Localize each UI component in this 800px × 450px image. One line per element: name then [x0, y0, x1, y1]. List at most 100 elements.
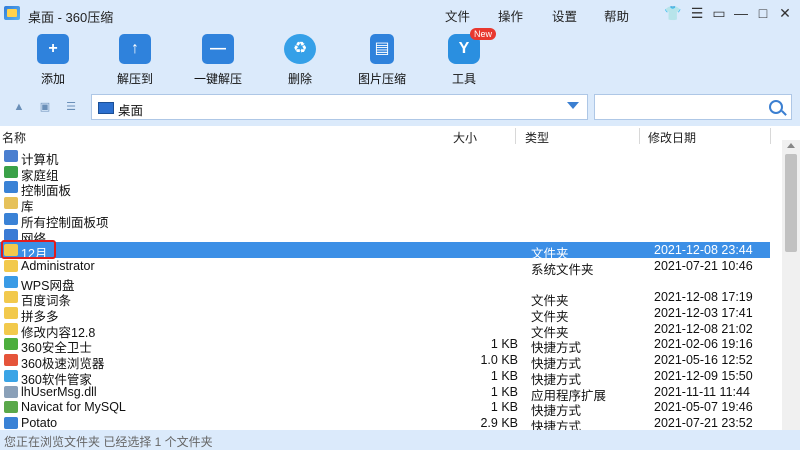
control-panel-icon — [4, 181, 18, 194]
app-logo-icon — [4, 6, 20, 20]
thumbnail-view-icon[interactable]: ▣ — [38, 100, 52, 114]
file-row[interactable]: 百度词条 文件夹 2021-12-08 17:19 — [0, 289, 770, 308]
add-archive-icon: + — [37, 34, 69, 64]
file-row[interactable]: 360极速浏览器 1.0 KB 快捷方式 2021-05-16 12:52 — [0, 352, 770, 371]
skin-icon[interactable]: 👕 — [664, 4, 682, 22]
extract-to-icon: ↑ — [119, 34, 151, 64]
desktop-icon — [98, 102, 114, 114]
file-row[interactable]: Administrator 系统文件夹 2021-07-21 10:46 — [0, 258, 770, 277]
new-badge: New — [469, 28, 496, 40]
file-name: Potato — [21, 415, 58, 430]
highlight-box — [1, 240, 56, 259]
image-compress-button[interactable]: ▤ 图片压缩 — [354, 34, 410, 87]
user-folder-icon — [4, 259, 18, 272]
menu-help[interactable]: 帮助 — [604, 6, 629, 25]
minimize-icon[interactable]: — — [732, 4, 750, 22]
file-date: 2021-05-07 19:46 — [654, 400, 753, 415]
computer-icon — [4, 150, 18, 162]
file-row[interactable]: Potato 2.9 KB 快捷方式 2021-07-21 23:52 — [0, 415, 770, 430]
folder-icon — [4, 291, 18, 304]
file-row[interactable]: WPS网盘 — [0, 274, 770, 293]
dll-file-icon — [4, 385, 18, 398]
file-row[interactable]: 控制面板 — [0, 179, 770, 198]
file-list: 名称 大小 类型 修改日期 计算机 家庭组 控制面板库所有控制面板项 网络 12月 文件夹… — [0, 126, 800, 430]
menu-settings[interactable]: 设置 — [552, 6, 577, 25]
list-view-icon[interactable]: ☰ — [64, 100, 78, 114]
control-panel-icon — [4, 212, 18, 225]
file-row[interactable]: Navicat for MySQL 1 KB 快捷方式 2021-05-07 19:4… — [0, 399, 770, 418]
delete-button[interactable]: ♻ 删除 — [282, 34, 318, 87]
search-input[interactable] — [594, 94, 792, 120]
tools-icon: Y New — [448, 28, 496, 64]
close-icon[interactable]: ✕ — [776, 4, 794, 22]
cloud-icon — [4, 275, 18, 288]
file-date: 2021-12-09 15:50 — [654, 368, 753, 383]
column-separator[interactable] — [639, 128, 640, 144]
folder-icon — [4, 307, 18, 319]
menu-file[interactable]: 文件 — [445, 6, 470, 25]
file-name: Administrator — [21, 258, 95, 273]
file-size: 1 KB — [490, 384, 518, 399]
scroll-up-icon[interactable] — [787, 143, 795, 148]
file-date: 2021-12-08 21:02 — [654, 321, 753, 336]
tools-label: 工具 — [451, 72, 476, 86]
file-date: 2021-12-03 17:41 — [654, 306, 753, 320]
file-row[interactable]: lhUserMsg.dll 1 KB 应用程序扩展 2021-11-11 11:44 — [0, 384, 770, 403]
file-row[interactable]: 所有控制面板项 — [0, 211, 770, 230]
status-text: 您正在浏览文件夹 已经选择 1 个文件夹 — [4, 435, 213, 449]
file-row[interactable]: 修改内容12.8 文件夹 2021-12-08 21:02 — [0, 321, 770, 340]
address-dropdown-icon[interactable] — [567, 102, 579, 109]
search-icon[interactable] — [769, 100, 783, 114]
file-row[interactable]: 360安全卫士 1 KB 快捷方式 2021-02-06 19:16 — [0, 336, 770, 355]
recycle-icon: ♻ — [284, 34, 316, 64]
one-click-extract-button[interactable]: — 一键解压 — [190, 34, 246, 87]
file-row[interactable]: 计算机 — [0, 148, 770, 167]
file-row[interactable]: 库 — [0, 195, 770, 214]
homegroup-icon — [4, 165, 18, 178]
one-click-extract-icon: — — [202, 34, 234, 64]
file-row[interactable]: 12月 文件夹 2021-12-08 23:44 — [0, 242, 770, 261]
extract-to-button[interactable]: ↑ 解压到 — [110, 34, 160, 87]
file-name: lhUserMsg.dll — [21, 384, 97, 399]
scrollbar-thumb[interactable] — [785, 154, 797, 252]
vertical-scrollbar[interactable] — [782, 140, 800, 430]
library-icon — [4, 197, 18, 210]
up-arrow-icon[interactable]: ▲ — [12, 100, 26, 114]
file-row[interactable]: 家庭组 — [0, 164, 770, 183]
menu-icon[interactable]: ☰ — [688, 4, 706, 22]
potato-icon — [4, 416, 18, 429]
file-type: 快捷方式 — [531, 419, 582, 430]
column-separator[interactable] — [770, 128, 771, 144]
title-bar: 桌面 - 360压缩 文件 操作 设置 帮助 👕 ☰ ▭ — □ ✕ — [0, 0, 800, 28]
add-label: 添加 — [40, 72, 65, 86]
window-title: 桌面 - 360压缩 — [28, 10, 114, 25]
add-button[interactable]: + 添加 — [33, 34, 73, 87]
file-size: 1 KB — [490, 400, 518, 415]
360-safe-icon — [4, 338, 18, 351]
file-row[interactable]: 拼多多 文件夹 2021-12-03 17:41 — [0, 305, 770, 324]
image-compress-icon: ▤ — [370, 34, 394, 64]
column-size[interactable]: 大小 — [453, 129, 477, 146]
file-row[interactable]: 360软件管家 1 KB 快捷方式 2021-12-09 15:50 — [0, 368, 770, 387]
column-separator[interactable] — [515, 128, 516, 144]
minimize-mini-icon[interactable]: ▭ — [710, 4, 728, 22]
file-row[interactable]: 网络 — [0, 227, 770, 246]
toolbar: + 添加 ↑ 解压到 — 一键解压 ♻ 删除 ▤ 图片压缩 Y New 工具 — [0, 28, 800, 88]
menu-operations[interactable]: 操作 — [498, 6, 523, 25]
column-type[interactable]: 类型 — [525, 129, 549, 146]
extract-to-label: 解压到 — [116, 72, 153, 86]
one-click-extract-label: 一键解压 — [193, 72, 242, 86]
maximize-icon[interactable]: □ — [754, 4, 772, 22]
network-icon — [4, 228, 18, 241]
tools-button[interactable]: Y New 工具 — [446, 28, 496, 87]
delete-label: 删除 — [287, 72, 312, 86]
file-date: 2021-11-11 11:44 — [654, 384, 750, 399]
column-date[interactable]: 修改日期 — [648, 129, 696, 146]
address-path: 桌面 — [118, 104, 144, 118]
column-name[interactable]: 名称 — [2, 129, 26, 146]
360-browser-icon — [4, 354, 18, 367]
address-bar[interactable]: 桌面 — [91, 94, 588, 120]
file-size: 1.0 KB — [480, 353, 518, 368]
navicat-icon — [4, 401, 18, 414]
file-size: 1 KB — [490, 368, 518, 383]
